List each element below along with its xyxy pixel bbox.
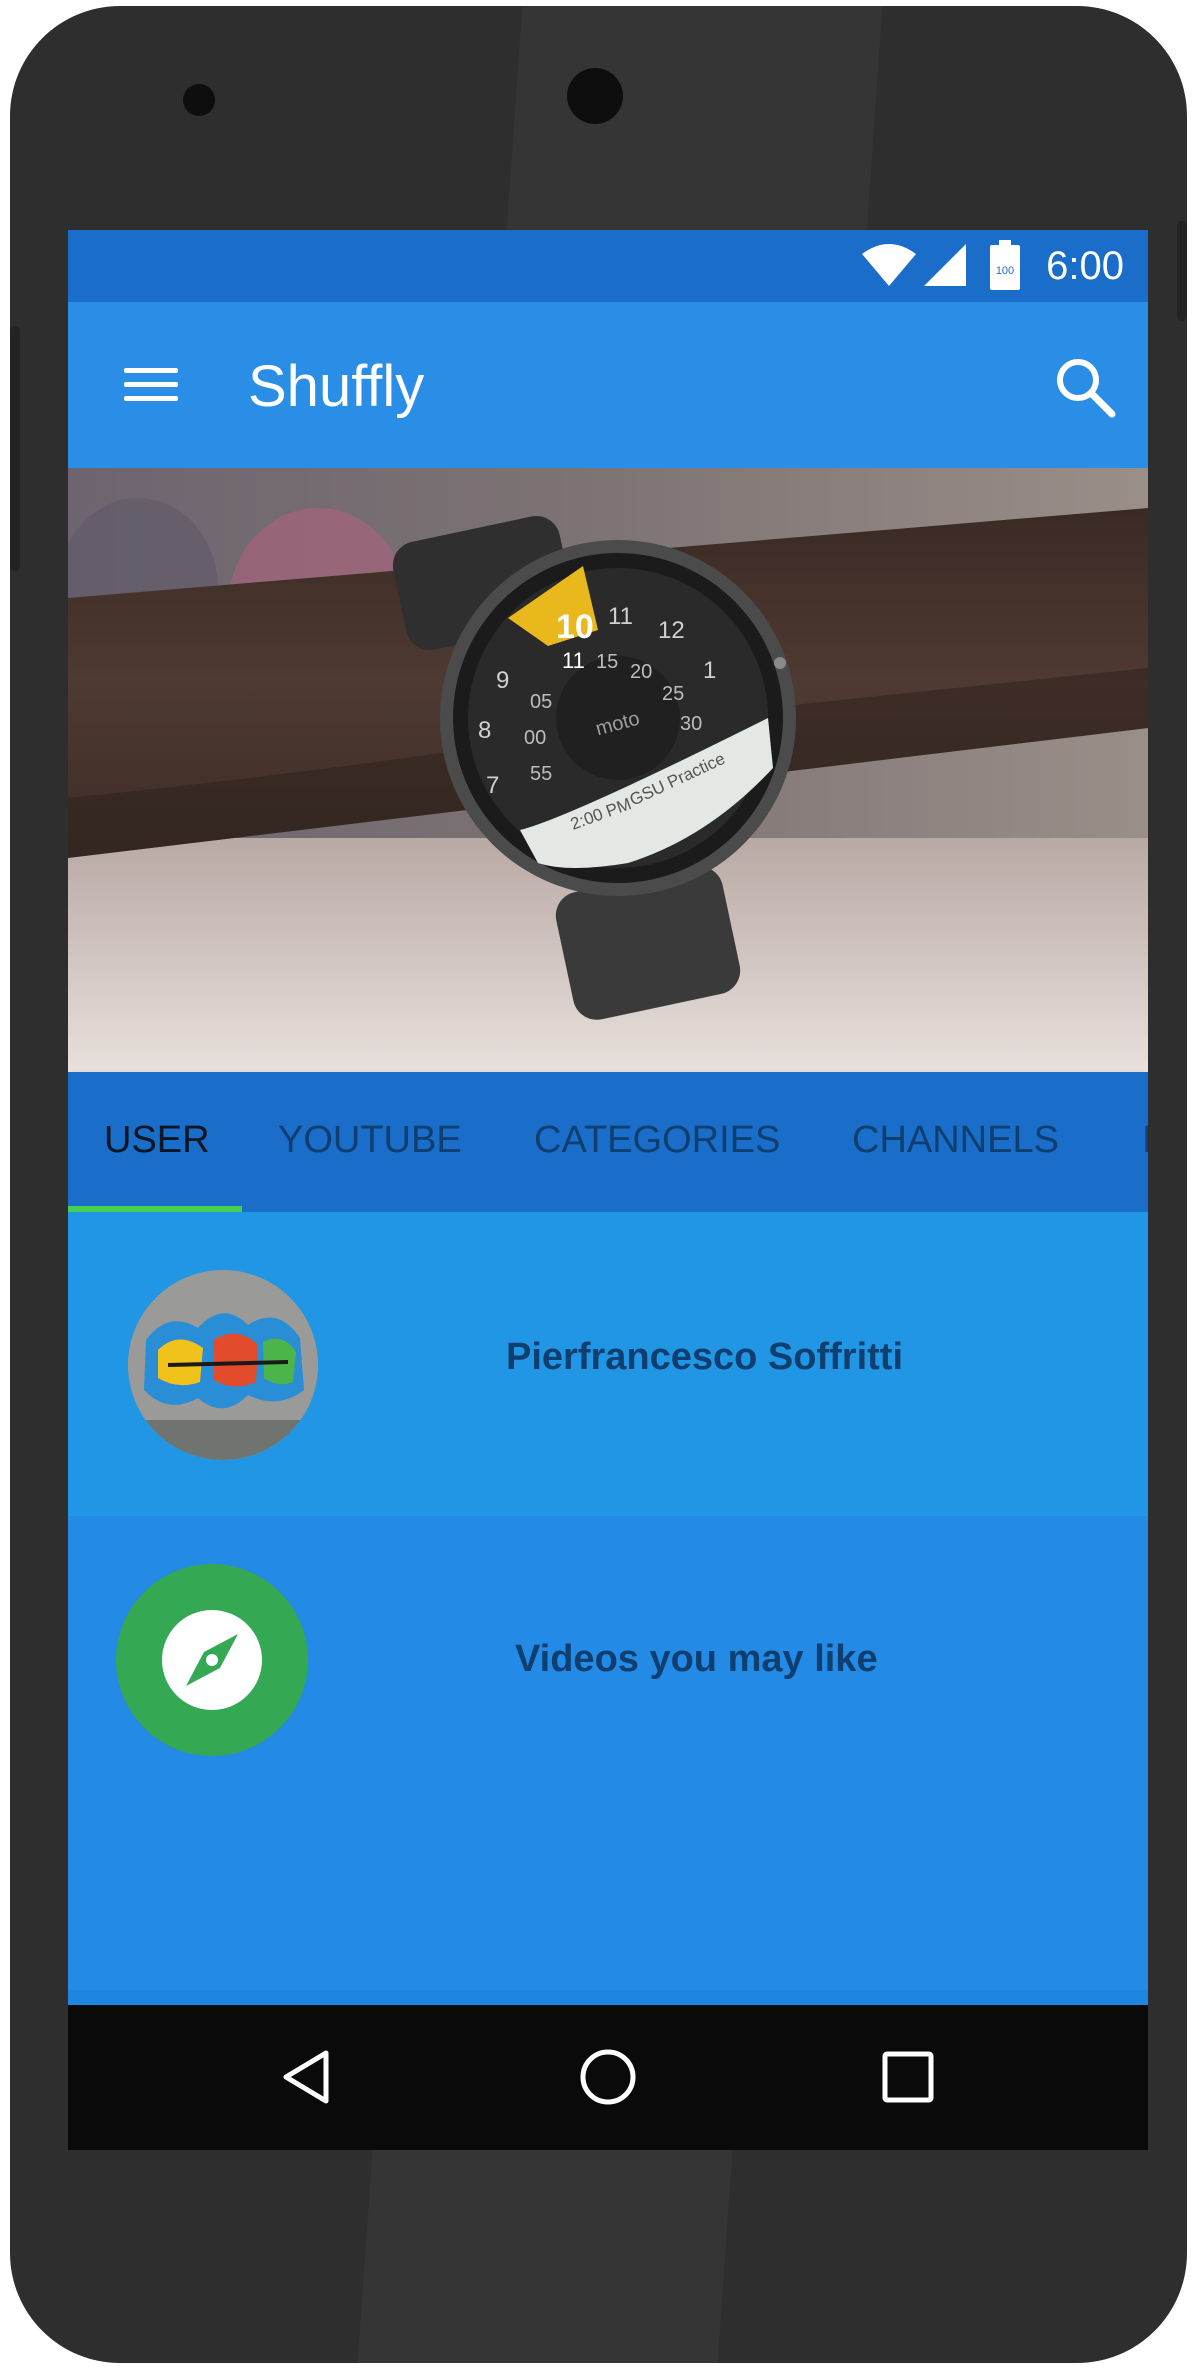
menu-icon-line — [124, 382, 178, 387]
status-time: 6:00 — [1046, 244, 1124, 288]
compass-icon — [162, 1610, 262, 1710]
watch-dial-number: 11 — [562, 648, 585, 673]
tab-user[interactable]: USER — [104, 1072, 210, 1212]
side-button-volume — [10, 326, 20, 571]
app-bar: Shuffly — [68, 302, 1148, 468]
status-bar: 100 6:00 — [68, 230, 1148, 302]
menu-icon — [124, 368, 178, 373]
tab-overflow[interactable]: I — [1142, 1072, 1148, 1212]
watch-dial-number: 12 — [658, 617, 685, 644]
app-title: Shuffly — [248, 354, 425, 419]
watch-dial-number: 15 — [596, 651, 618, 673]
list-item-user[interactable]: Pierfrancesco Soffritti — [68, 1212, 1148, 1516]
watch-dial-number: 8 — [478, 717, 491, 744]
watch-dial-number: 1 — [703, 657, 716, 684]
watch-dial-number: 30 — [680, 713, 702, 735]
list-item-videos[interactable]: Videos you may like — [68, 1516, 1148, 1990]
signal-icon — [924, 244, 966, 286]
tab-categories[interactable]: CATEGORIES — [534, 1072, 780, 1212]
front-sensor — [183, 84, 215, 116]
side-button-power — [1177, 221, 1187, 321]
watch-dial-number: 9 — [496, 667, 509, 694]
home-icon[interactable] — [576, 2045, 640, 2109]
watch-dial-number: 7 — [486, 772, 499, 799]
back-icon[interactable] — [276, 2045, 340, 2109]
front-camera — [567, 68, 623, 124]
watch-dial-number: 11 — [608, 603, 633, 630]
watch-dial-number: 25 — [662, 683, 684, 705]
explore-button — [116, 1564, 308, 1756]
recents-icon[interactable] — [876, 2045, 940, 2109]
watch-photo: 10 11 12 1 11 15 20 25 30 9 8 7 05 00 55… — [68, 468, 1148, 1072]
phone-frame: 100 6:00 Shuffly 10 11 12 1 11 15 20 25 … — [10, 6, 1187, 2363]
tab-bar: USER YOUTUBE CATEGORIES CHANNELS I — [68, 1072, 1148, 1212]
navigation-bar — [68, 2005, 1148, 2150]
screen: 100 6:00 Shuffly 10 11 12 1 11 15 20 25 … — [68, 230, 1148, 2150]
battery-icon: 100 — [990, 240, 1020, 290]
watch-hour-highlight: 10 — [556, 608, 594, 646]
search-icon[interactable] — [1052, 354, 1118, 420]
avatar — [128, 1270, 318, 1460]
menu-button[interactable] — [108, 354, 178, 416]
tab-youtube[interactable]: YOUTUBE — [278, 1072, 462, 1212]
watch-dial-number: 20 — [630, 661, 652, 683]
menu-icon-line — [124, 396, 178, 401]
hero-image: 10 11 12 1 11 15 20 25 30 9 8 7 05 00 55… — [68, 468, 1148, 1072]
watch-dial-number: 05 — [530, 691, 552, 713]
watch-dial-number: 55 — [530, 763, 552, 785]
watch-dial-number: 00 — [524, 727, 546, 749]
graffiti-avatar-image — [128, 1270, 318, 1460]
tab-channels[interactable]: CHANNELS — [852, 1072, 1059, 1212]
videos-label: Videos you may like — [515, 1638, 878, 1680]
battery-level: 100 — [996, 265, 1014, 277]
wifi-icon — [862, 244, 916, 286]
user-name: Pierfrancesco Soffritti — [506, 1336, 903, 1378]
